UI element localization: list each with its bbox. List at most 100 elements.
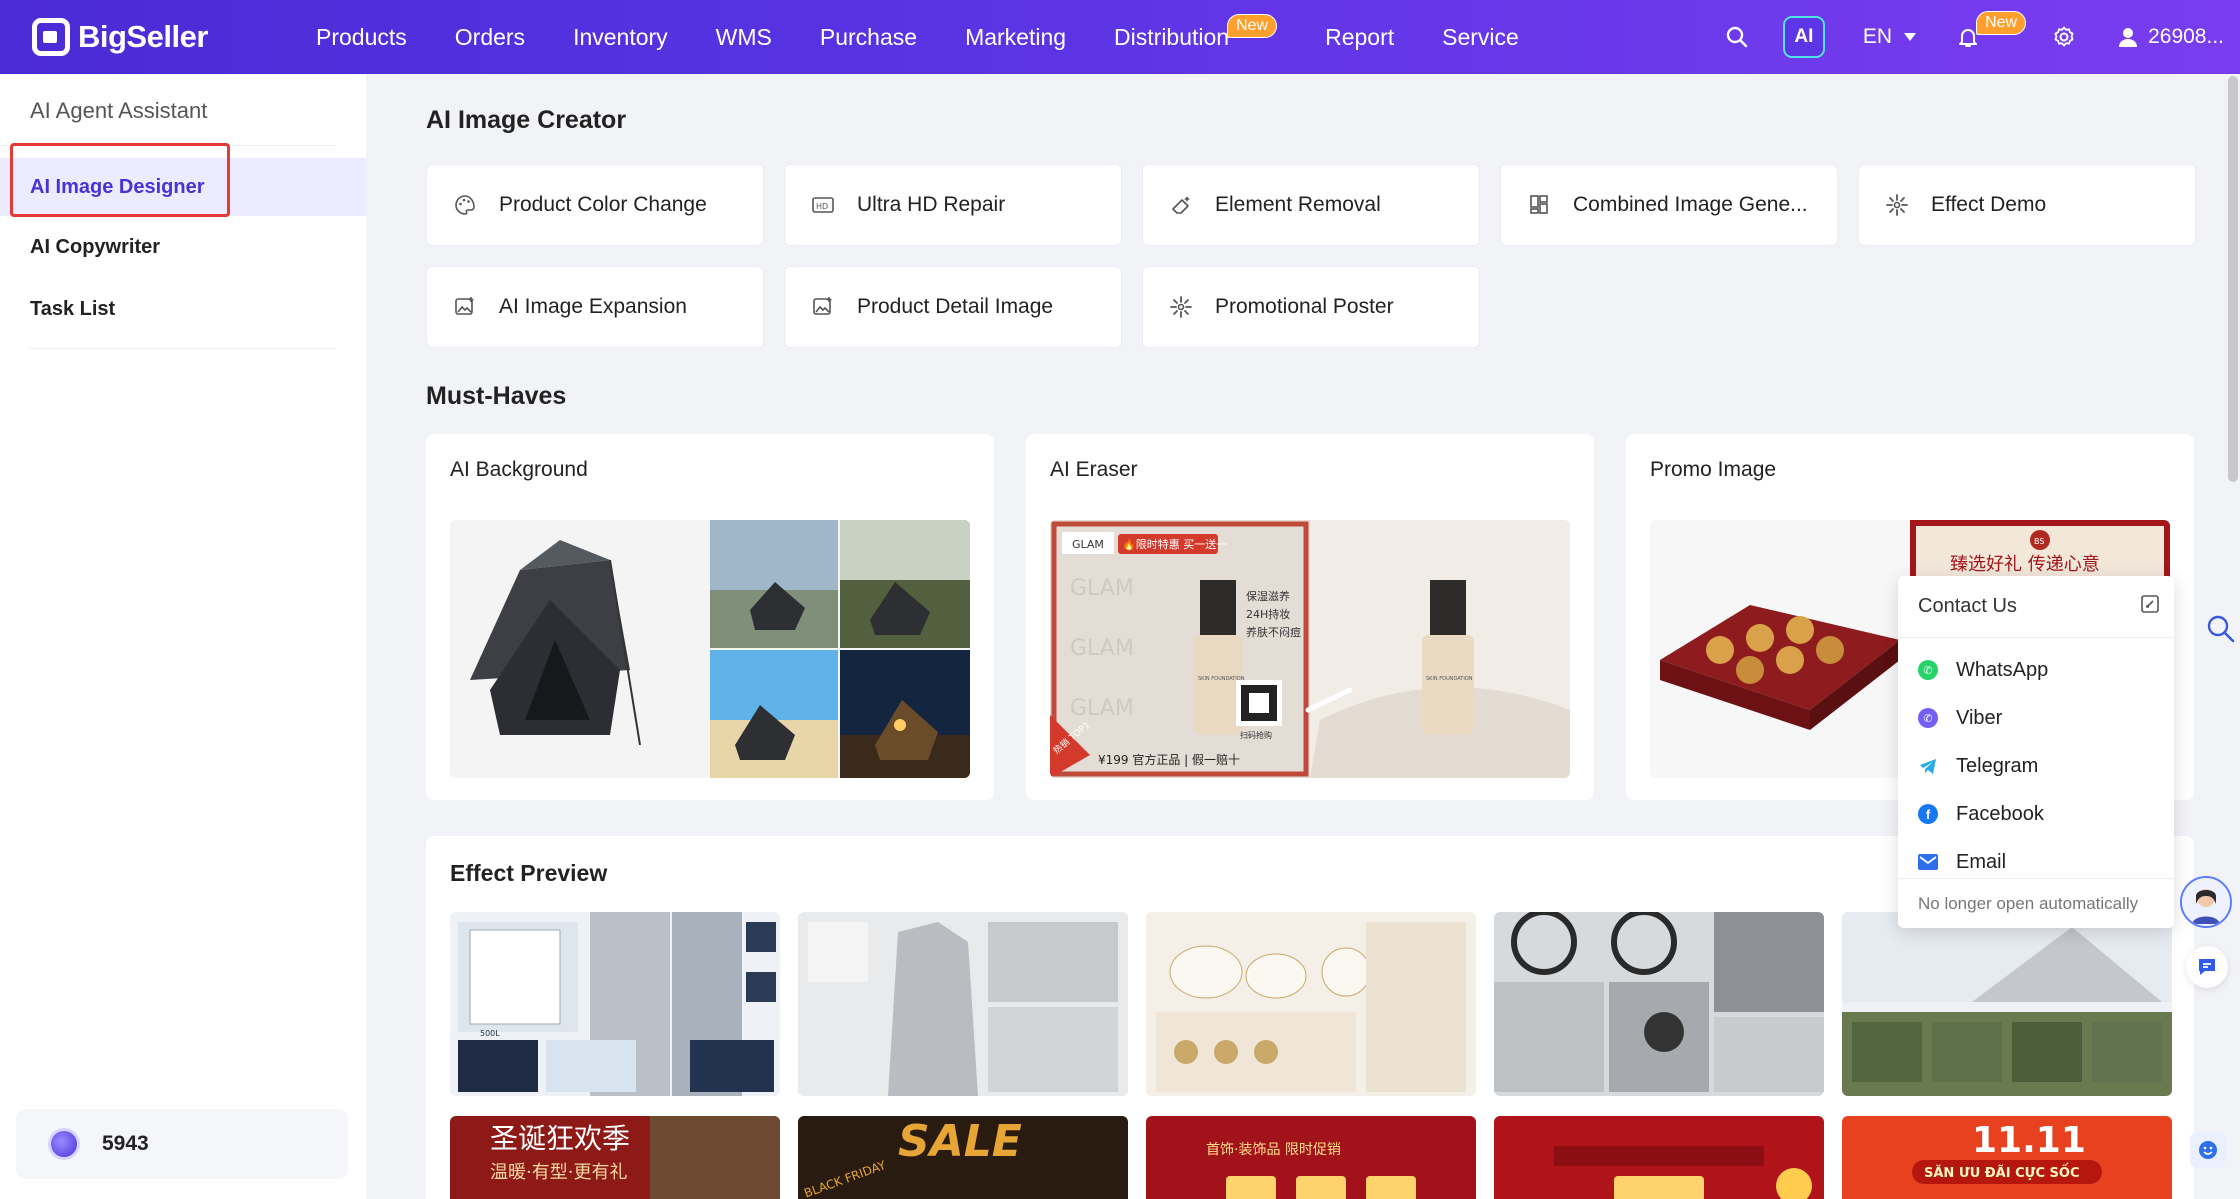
card-title: AI Background xyxy=(450,458,588,481)
tool-label: Element Removal xyxy=(1215,193,1381,216)
eraser-icon xyxy=(1169,193,1193,217)
tool-ai-image-expansion[interactable]: AI Image Expansion xyxy=(426,266,764,348)
gear-icon[interactable] xyxy=(2052,25,2076,49)
nav-inventory[interactable]: Inventory xyxy=(573,24,668,51)
notification-bell[interactable]: New xyxy=(1956,11,2027,49)
effect-thumb-thai-poster[interactable] xyxy=(1494,1116,1824,1199)
effect-thumb-jewelry-poster[interactable]: 首饰·装饰品 限时促销 xyxy=(1146,1116,1476,1199)
logo-icon xyxy=(32,18,70,56)
poster-vietnamese-tag: SĂN ƯU ĐÃI CỰC SỐC xyxy=(1924,1163,2080,1181)
tool-product-detail-image[interactable]: Product Detail Image xyxy=(784,266,1122,348)
eraser-promo-tag: 🔥限时特惠 买一送一 xyxy=(1122,537,1227,551)
palette-icon xyxy=(453,193,477,217)
sidebar-item-ai-copywriter[interactable]: AI Copywriter xyxy=(0,216,366,278)
credits-balance[interactable]: 5943 xyxy=(16,1109,348,1179)
nav-service[interactable]: Service xyxy=(1442,24,1519,51)
contact-facebook[interactable]: f Facebook xyxy=(1898,790,2174,838)
contact-label: Email xyxy=(1956,850,2007,873)
telegram-icon xyxy=(1918,756,1938,776)
nav-wms[interactable]: WMS xyxy=(716,24,772,51)
user-icon xyxy=(2119,28,2138,47)
effect-thumb-fridge[interactable]: 500L xyxy=(450,912,780,1096)
eraser-price: ¥199 官方正品 | 假一赔十 xyxy=(1098,752,1240,767)
no-longer-open-automatically[interactable]: No longer open automatically xyxy=(1898,878,2174,928)
minimize-icon[interactable] xyxy=(2140,594,2160,620)
tool-product-color-change[interactable]: Product Color Change xyxy=(426,164,764,246)
contact-telegram[interactable]: Telegram xyxy=(1898,742,2174,790)
sidebar: AI Agent Assistant AI Image Designer AI … xyxy=(0,74,366,1199)
effect-thumb-1111-poster[interactable]: 11.11 SĂN ƯU ĐÃI CỰC SỐC xyxy=(1842,1116,2172,1199)
nav-distribution[interactable]: Distribution New xyxy=(1114,13,1278,51)
contact-title: Contact Us xyxy=(1918,595,2017,617)
brand-name: BigSeller xyxy=(78,19,208,54)
facebook-icon: f xyxy=(1918,804,1938,824)
new-badge: New xyxy=(1976,11,2027,35)
new-badge: New xyxy=(1227,13,1278,38)
nav-purchase[interactable]: Purchase xyxy=(820,24,917,51)
sidebar-title: AI Agent Assistant xyxy=(0,74,336,146)
contact-viber[interactable]: ✆ Viber xyxy=(1898,694,2174,742)
effect-thumb-bicycle[interactable] xyxy=(1494,912,1824,1096)
contact-label: Facebook xyxy=(1956,802,2044,825)
chevron-down-icon xyxy=(1904,33,1917,41)
effect-thumb-christmas-poster[interactable]: 圣诞狂欢季 温暖·有型·更有礼 xyxy=(450,1116,780,1199)
main-nav: Products Orders Inventory WMS Purchase M… xyxy=(316,0,1567,74)
eraser-bottle-label-after: SKIN FOUNDATION xyxy=(1426,676,1473,682)
nav-report[interactable]: Report xyxy=(1325,24,1394,51)
section-title-ai-image-creator: AI Image Creator xyxy=(426,106,627,134)
card-ai-background[interactable]: AI Background xyxy=(426,434,994,800)
support-agent-avatar[interactable] xyxy=(2180,876,2232,928)
ai-eraser-preview: GLAM 🔥限时特惠 买一送一 GLAM GLAM GLAM SKIN FOUN… xyxy=(1050,520,1570,778)
language-selector[interactable]: EN xyxy=(1863,25,1917,49)
card-title: Promo Image xyxy=(1650,458,1777,481)
search-icon[interactable] xyxy=(1725,25,1749,49)
user-menu[interactable]: 26908... xyxy=(2116,25,2224,49)
fridge-capacity-text: 500L xyxy=(480,1029,500,1038)
floating-search-icon[interactable] xyxy=(2206,614,2236,649)
sidebar-item-ai-image-designer[interactable]: AI Image Designer xyxy=(0,158,366,216)
eraser-qr-caption: 扫码抢购 xyxy=(1240,730,1272,740)
brand-logo[interactable]: BigSeller xyxy=(32,18,242,56)
top-navbar: BigSeller Products Orders Inventory WMS … xyxy=(0,0,2240,74)
svg-text:HD: HD xyxy=(816,202,828,211)
tool-ultra-hd-repair[interactable]: HD Ultra HD Repair xyxy=(784,164,1122,246)
eraser-feature-2: 24H持妆 xyxy=(1246,607,1290,621)
sparkle-icon xyxy=(1885,193,1909,217)
user-id: 26908... xyxy=(2148,25,2224,48)
card-title: AI Eraser xyxy=(1050,458,1138,481)
tool-element-removal[interactable]: Element Removal xyxy=(1142,164,1480,246)
poster-jewelry-title: 首饰·装饰品 限时促销 xyxy=(1206,1142,1341,1158)
tool-effect-demo[interactable]: Effect Demo xyxy=(1858,164,2196,246)
sidebar-divider xyxy=(30,348,336,349)
tool-label: Promotional Poster xyxy=(1215,295,1394,318)
nav-products[interactable]: Products xyxy=(316,24,407,51)
sparkle-icon xyxy=(1169,295,1193,319)
poster-christmas-title: 圣诞狂欢季 xyxy=(490,1122,630,1155)
nav-right-tools: AI EN New 26908... xyxy=(1725,0,2240,74)
tool-combined-image-generation[interactable]: Combined Image Gene... xyxy=(1500,164,1838,246)
tool-label: Product Detail Image xyxy=(857,295,1054,318)
nav-marketing[interactable]: Marketing xyxy=(965,24,1066,51)
poster-christmas-subtitle: 温暖·有型·更有礼 xyxy=(490,1162,627,1183)
effect-thumb-tent[interactable] xyxy=(1842,912,2172,1096)
effect-thumb-black-friday-poster[interactable]: SALE BLACK FRIDAY xyxy=(798,1116,1128,1199)
tool-label: AI Image Expansion xyxy=(499,295,687,318)
smile-icon[interactable] xyxy=(2190,1132,2226,1168)
sidebar-item-task-list[interactable]: Task List xyxy=(0,278,366,340)
card-ai-eraser[interactable]: AI Eraser GLAM 🔥限时特惠 买一送一 GLAM GLAM GLAM… xyxy=(1026,434,1594,800)
effect-thumb-teaset[interactable] xyxy=(1146,912,1476,1096)
eraser-feature-1: 保湿滋养 xyxy=(1246,589,1290,603)
whatsapp-icon: ✆ xyxy=(1918,660,1938,680)
contact-whatsapp[interactable]: ✆ WhatsApp xyxy=(1898,646,2174,694)
ai-button[interactable]: AI xyxy=(1782,16,1825,58)
svg-text:GLAM: GLAM xyxy=(1070,696,1134,721)
hd-icon: HD xyxy=(811,193,835,217)
tool-promotional-poster[interactable]: Promotional Poster xyxy=(1142,266,1480,348)
promo-banner-text: 臻选好礼 传递心意 xyxy=(1950,554,2100,575)
eraser-brand-text: GLAM xyxy=(1072,538,1104,551)
page-scrollbar[interactable] xyxy=(2228,76,2238,482)
nav-orders[interactable]: Orders xyxy=(455,24,525,51)
chat-icon[interactable] xyxy=(2186,946,2228,988)
tool-label: Product Color Change xyxy=(499,193,707,216)
effect-thumb-coat[interactable] xyxy=(798,912,1128,1096)
